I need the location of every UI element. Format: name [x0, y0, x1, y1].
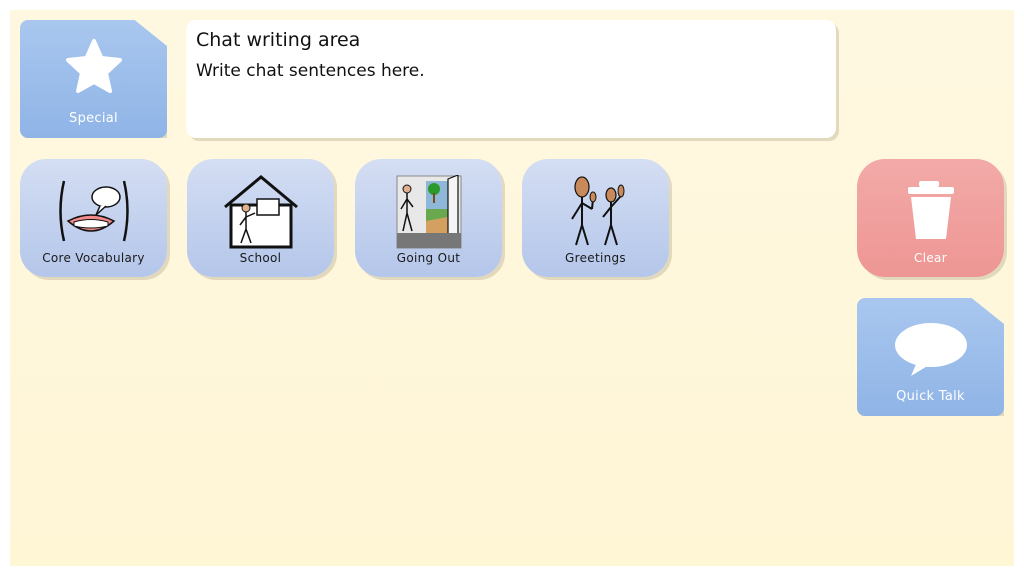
greetings-button[interactable]: Greetings	[522, 159, 669, 277]
core-vocabulary-label: Core Vocabulary	[42, 251, 145, 265]
school-house-icon	[221, 173, 301, 253]
quick-talk-button[interactable]: Quick Talk	[857, 298, 1004, 416]
greetings-label: Greetings	[565, 251, 626, 265]
star-icon	[64, 38, 124, 100]
quick-talk-label: Quick Talk	[896, 389, 965, 404]
speech-bubble-icon	[893, 322, 969, 380]
going-out-button[interactable]: Going Out	[355, 159, 502, 277]
trash-bin-icon	[905, 179, 957, 245]
special-button[interactable]: Special	[20, 20, 167, 138]
going-out-label: Going Out	[396, 251, 461, 265]
clear-label: Clear	[914, 251, 947, 265]
core-vocabulary-button[interactable]: Core Vocabulary	[20, 159, 167, 277]
chat-writing-area[interactable]: Chat writing area Write chat sentences h…	[186, 20, 836, 138]
mouth-speech-icon	[54, 175, 134, 251]
school-button[interactable]: School	[187, 159, 334, 277]
school-label: School	[239, 251, 282, 265]
chat-title: Chat writing area	[196, 29, 361, 51]
special-label: Special	[69, 111, 118, 126]
open-door-icon	[396, 174, 462, 253]
waving-people-icon	[560, 173, 632, 253]
chat-placeholder: Write chat sentences here.	[196, 61, 425, 81]
clear-button[interactable]: Clear	[857, 159, 1004, 277]
